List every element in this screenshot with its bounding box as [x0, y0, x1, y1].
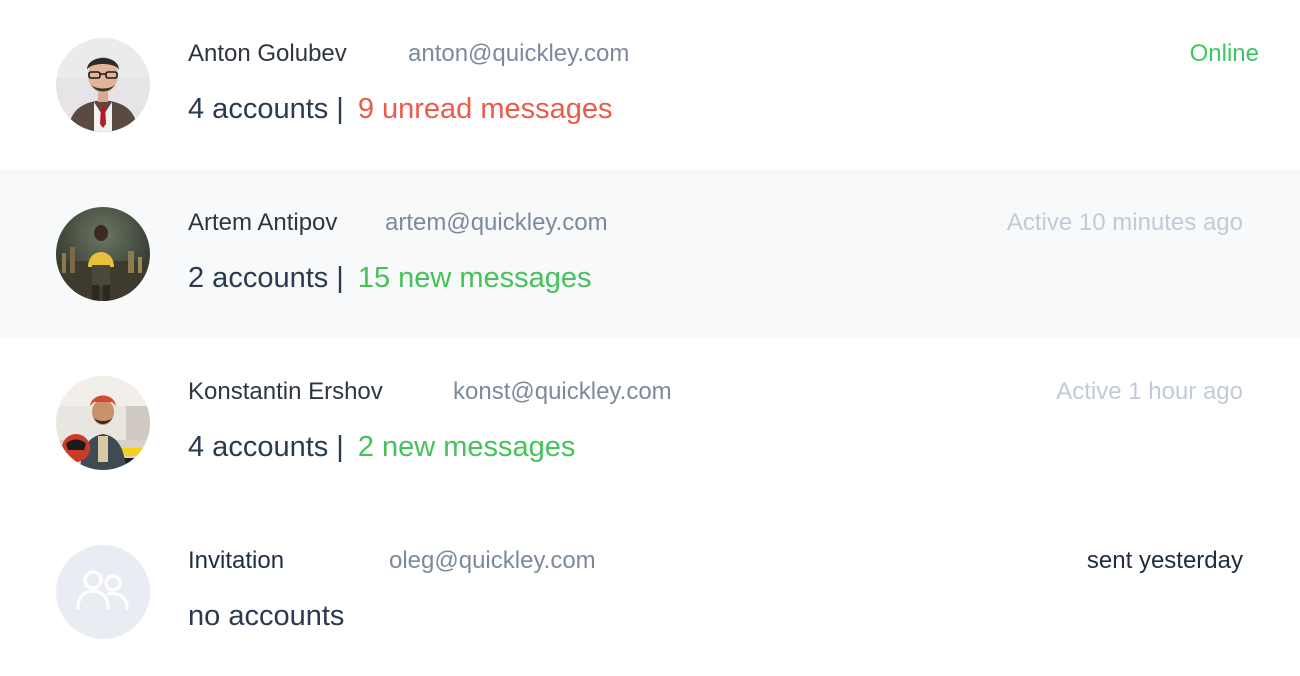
avatar-placeholder	[56, 545, 150, 639]
messages-count[interactable]: 2 new messages	[358, 431, 576, 463]
user-name: Invitation	[188, 547, 285, 574]
account-summary: no accounts	[188, 600, 344, 633]
avatar	[56, 38, 150, 132]
user-list: Anton Golubev anton@quickley.com Online …	[0, 0, 1300, 676]
account-summary: 4 accounts | 2 new messages	[188, 431, 575, 464]
user-name: Konstantin Ershov	[188, 378, 383, 405]
avatar	[56, 376, 150, 470]
user-email: artem@quickley.com	[385, 209, 608, 236]
status-badge: sent yesterday	[1086, 547, 1243, 574]
user-email: oleg@quickley.com	[389, 547, 596, 574]
user-row-invitation[interactable]: Invitation oleg@quickley.com sent yester…	[0, 507, 1300, 676]
account-summary: 2 accounts | 15 new messages	[188, 262, 592, 295]
user-email: anton@quickley.com	[408, 40, 630, 67]
summary-separator: |	[336, 262, 344, 294]
status-badge: Online	[1189, 40, 1259, 67]
account-summary: 4 accounts | 9 unread messages	[188, 93, 613, 126]
accounts-count: no accounts	[188, 600, 345, 632]
user-email: konst@quickley.com	[453, 378, 672, 405]
status-badge: Active 1 hour ago	[1056, 378, 1243, 405]
user-name: Artem Antipov	[188, 209, 338, 236]
status-badge: Active 10 minutes ago	[1006, 209, 1243, 236]
accounts-count: 4 accounts	[188, 431, 329, 463]
avatar	[56, 207, 150, 301]
messages-count[interactable]: 15 new messages	[358, 262, 592, 294]
user-row-anton[interactable]: Anton Golubev anton@quickley.com Online …	[0, 0, 1300, 169]
user-row-artem[interactable]: Artem Antipov artem@quickley.com Active …	[0, 169, 1300, 338]
accounts-count: 4 accounts	[188, 93, 329, 125]
messages-count[interactable]: 9 unread messages	[358, 93, 613, 125]
summary-separator: |	[336, 93, 344, 125]
summary-separator: |	[336, 431, 344, 463]
user-row-konstantin[interactable]: Konstantin Ershov konst@quickley.com Act…	[0, 338, 1300, 507]
accounts-count: 2 accounts	[188, 262, 329, 294]
user-name: Anton Golubev	[188, 40, 347, 67]
users-icon	[56, 545, 150, 639]
